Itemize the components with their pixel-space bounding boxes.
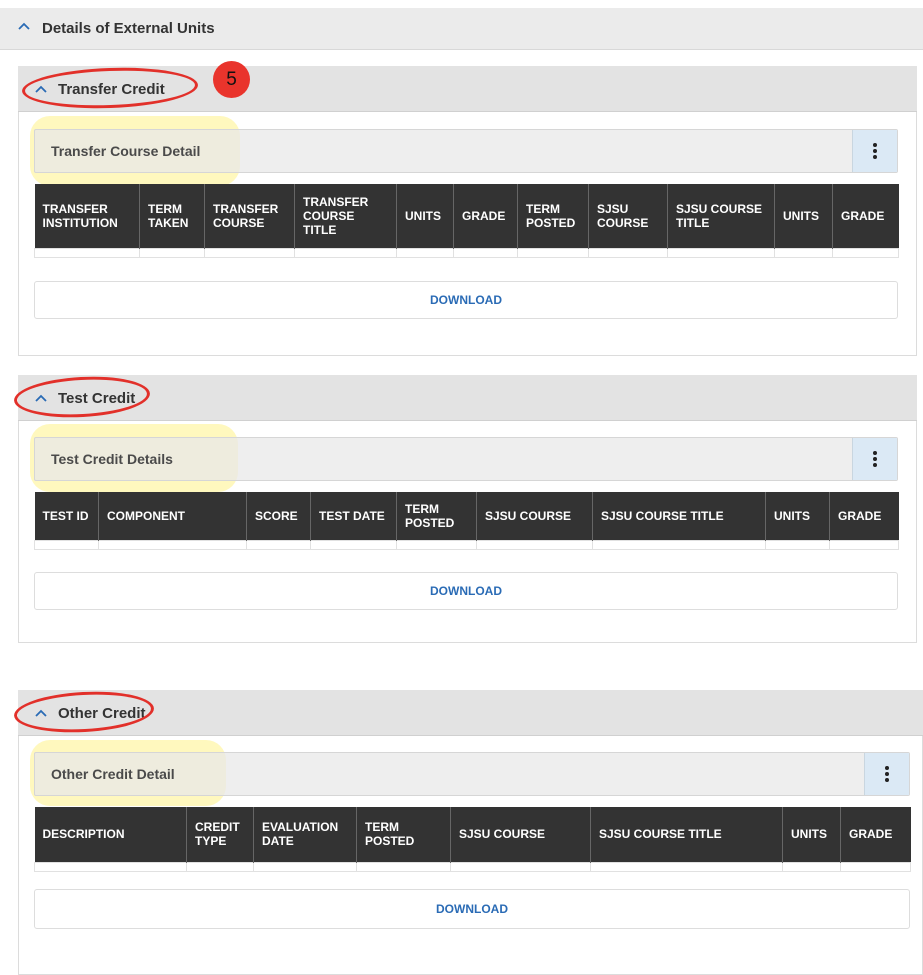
column-header[interactable]: TERM TAKEN (139, 184, 205, 248)
column-header[interactable]: GRADE (829, 492, 899, 540)
chevron-up-icon (18, 22, 30, 30)
column-header[interactable]: SJSU COURSE (450, 807, 591, 862)
column-header[interactable]: TEST DATE (310, 492, 397, 540)
test-credit-grid: TEST ID COMPONENT SCORE TEST DATE TERM P… (34, 492, 899, 550)
column-header[interactable]: TERM POSTED (396, 492, 477, 540)
test-credit-details-bar: Test Credit Details (34, 437, 898, 481)
download-label: DOWNLOAD (430, 293, 502, 307)
page-title: Details of External Units (42, 20, 215, 37)
column-header[interactable]: COMPONENT (98, 492, 247, 540)
column-header[interactable]: TEST ID (34, 492, 99, 540)
column-header[interactable]: UNITS (396, 184, 454, 248)
column-header[interactable]: SJSU COURSE (588, 184, 668, 248)
column-header[interactable]: TERM POSTED (517, 184, 589, 248)
other-credit-grid: DESCRIPTION CREDIT TYPE EVALUATION DATE … (34, 807, 911, 872)
column-header[interactable]: SCORE (246, 492, 311, 540)
column-header[interactable]: GRADE (832, 184, 899, 248)
column-header[interactable]: TRANSFER INSTITUTION (34, 184, 140, 248)
column-header[interactable]: TRANSFER COURSE (204, 184, 295, 248)
column-header[interactable]: DESCRIPTION (34, 807, 187, 862)
download-label: DOWNLOAD (436, 902, 508, 916)
other-credit-header[interactable]: Other Credit (18, 690, 923, 736)
test-download-button[interactable]: DOWNLOAD (34, 572, 898, 610)
test-credit-header[interactable]: Test Credit (18, 375, 917, 421)
transfer-credit-grid: TRANSFER INSTITUTION TERM TAKEN TRANSFER… (34, 184, 899, 258)
column-header[interactable]: TERM POSTED (356, 807, 451, 862)
other-download-button[interactable]: DOWNLOAD (34, 889, 910, 929)
column-header[interactable]: TRANSFER COURSE TITLE (294, 184, 397, 248)
column-header[interactable]: SJSU COURSE TITLE (667, 184, 775, 248)
grid-title: Other Credit Detail (51, 766, 175, 782)
column-header[interactable]: GRADE (840, 807, 911, 862)
kebab-menu-icon[interactable] (864, 753, 909, 795)
column-header[interactable]: UNITS (774, 184, 833, 248)
transfer-download-button[interactable]: DOWNLOAD (34, 281, 898, 319)
kebab-menu-icon[interactable] (852, 130, 897, 172)
column-header[interactable]: UNITS (782, 807, 841, 862)
kebab-menu-icon[interactable] (852, 438, 897, 480)
step-badge: 5 (213, 61, 250, 98)
external-units-header[interactable]: Details of External Units (0, 8, 923, 50)
download-label: DOWNLOAD (430, 584, 502, 598)
column-header[interactable]: EVALUATION DATE (253, 807, 357, 862)
table-row (34, 539, 899, 550)
column-header[interactable]: SJSU COURSE TITLE (592, 492, 766, 540)
column-header[interactable]: SJSU COURSE (476, 492, 593, 540)
grid-title: Transfer Course Detail (51, 143, 201, 159)
column-header[interactable]: CREDIT TYPE (186, 807, 254, 862)
table-row (34, 861, 911, 872)
grid-title: Test Credit Details (51, 451, 173, 467)
table-row (34, 247, 899, 258)
other-credit-detail-bar: Other Credit Detail (34, 752, 910, 796)
transfer-course-detail-bar: Transfer Course Detail (34, 129, 898, 173)
column-header[interactable]: SJSU COURSE TITLE (590, 807, 783, 862)
column-header[interactable]: GRADE (453, 184, 518, 248)
column-header[interactable]: UNITS (765, 492, 830, 540)
